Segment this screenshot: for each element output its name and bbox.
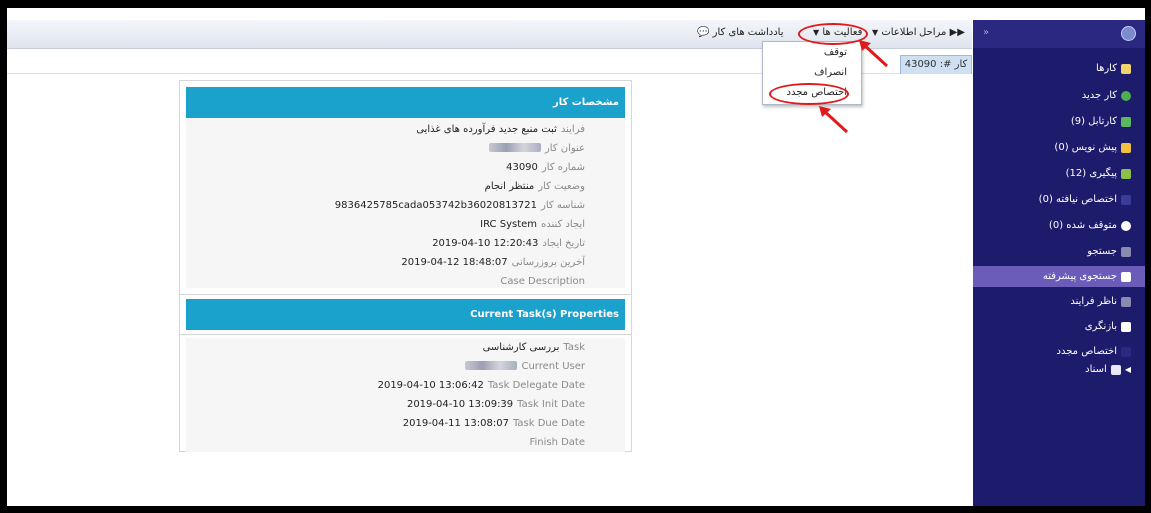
task-properties-body: Task بررسی کارشناسی Current User Task De… [186, 338, 625, 452]
sidebar-item-followup[interactable]: پیگیری (12) [1066, 168, 1131, 179]
info-menu[interactable]: ▼ اطلاعات [872, 27, 916, 38]
stages-menu[interactable]: مراحل ▶▶ [919, 27, 965, 38]
folder-icon [1121, 63, 1131, 74]
menu-item-pause[interactable]: توقف [824, 47, 847, 58]
search-folder-icon [1121, 246, 1131, 257]
task-row-finish-date: Finish Date [529, 437, 585, 448]
task-row-due-date: Task Due Date 2019-04-11 13:08:07 [402, 418, 585, 429]
caret-down-icon: ▼ [872, 28, 879, 37]
sidebar-item-unassigned[interactable]: اختصاص نیافته (0) [1039, 194, 1131, 205]
sidebar-item-drafts[interactable]: پیش نویس (0) [1054, 142, 1131, 153]
sidebar-top: » [973, 20, 1145, 48]
task-properties-header: Current Task(s) Properties [186, 299, 625, 330]
app-frame: 💬 یادداشت های کار ▼ فعالیت ها ▼ اطلاعات … [7, 8, 1145, 506]
reassign-icon [1121, 346, 1131, 357]
task-row-user: Current User [465, 361, 585, 372]
annotation-arrow [859, 40, 889, 68]
sidebar-item-paused[interactable]: متوقف شده (0) [1049, 220, 1131, 231]
redacted-value [465, 361, 518, 370]
expand-arrow-icon: ◀ [1124, 365, 1131, 374]
sidebar-item-process-supervisor[interactable]: ناظر فرایند [1070, 296, 1131, 307]
document-icon [1121, 168, 1131, 179]
case-properties-header: مشخصات کار [186, 87, 625, 118]
case-row-title: عنوان کار [488, 143, 585, 154]
case-row-creator: ایجاد کننده IRC System [480, 219, 585, 230]
sidebar-section-cases[interactable]: کارها [1096, 63, 1131, 74]
annotation-arrow [819, 106, 849, 134]
case-row-updated: آخرین بروزرسانی 2019-04-12 18:48:07 [401, 257, 585, 268]
section-divider [180, 294, 631, 295]
case-row-description: Case Description [500, 276, 585, 287]
case-row-number: شماره کار 43090 [506, 162, 585, 173]
case-row-process: فرایند ثبت منبع جدید فرآورده های غذایی [416, 124, 585, 135]
sidebar-section-search[interactable]: جستجو [1087, 246, 1131, 257]
sidebar-item-new-case[interactable]: کار جدید [1082, 90, 1131, 101]
documents-icon [1110, 364, 1121, 375]
sidebar-item-advanced-search[interactable]: جستجوی پیشرفته [1043, 271, 1131, 282]
case-details-panel: مشخصات کار فرایند ثبت منبع جدید فرآورده … [179, 80, 632, 452]
case-properties-body: فرایند ثبت منبع جدید فرآورده های غذایی ع… [186, 118, 625, 288]
annotation-oval [769, 83, 849, 105]
document-icon [1121, 321, 1131, 332]
plus-icon [1121, 90, 1131, 101]
document-icon [1121, 271, 1131, 282]
collapse-icon[interactable]: » [983, 27, 989, 38]
task-row-init-date: Task Init Date 2019-04-10 13:09:39 [406, 399, 585, 410]
notes-menu[interactable]: 💬 یادداشت های کار [697, 27, 784, 38]
section-divider [180, 334, 631, 335]
chat-icon: 💬 [697, 27, 710, 38]
pause-icon [1121, 220, 1131, 231]
case-row-created: تاریخ ایجاد 2019-04-10 12:20:43 [432, 238, 585, 249]
sidebar: » کارها کار جدید کارتابل (9) پیش نویس (0… [973, 20, 1145, 506]
case-tab[interactable]: کار #: 43090 [900, 55, 972, 74]
task-row-delegate-date: Task Delegate Date 2019-04-10 13:06:42 [377, 380, 585, 391]
unassigned-icon [1121, 194, 1131, 205]
redacted-value [488, 143, 541, 152]
forward-icon: ▶▶ [949, 27, 965, 38]
task-row-name: Task بررسی کارشناسی [482, 342, 585, 353]
pencil-icon [1121, 142, 1131, 153]
inbox-icon [1121, 116, 1131, 127]
folder-icon [1121, 296, 1131, 307]
app-logo-icon [1121, 26, 1136, 41]
sidebar-item-documents[interactable]: ◀ اسناد [1085, 364, 1131, 375]
sidebar-item-reassign[interactable]: اختصاص مجدد [1057, 346, 1131, 357]
case-row-id: شناسه کار 9836425785cada053742b360208137… [334, 200, 585, 211]
case-row-status: وضعیت کار منتظر انجام [484, 181, 585, 192]
sidebar-item-review[interactable]: بازنگری [1085, 321, 1131, 332]
sidebar-item-inbox[interactable]: کارتابل (9) [1071, 116, 1131, 127]
menu-item-cancel[interactable]: انصراف [814, 67, 847, 78]
